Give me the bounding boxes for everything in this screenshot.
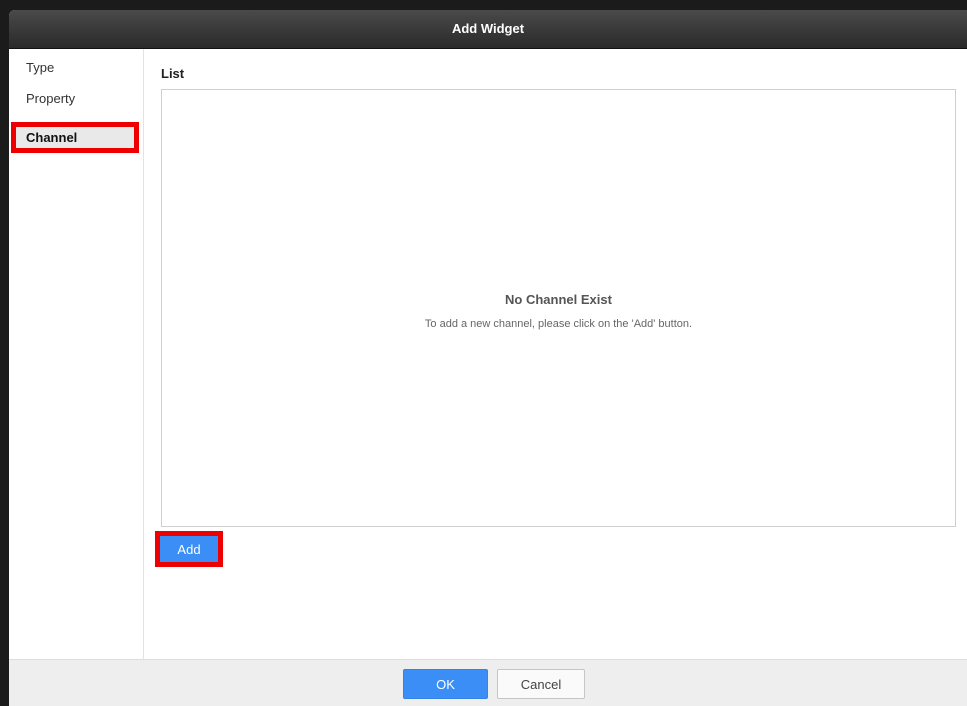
add-button-highlight: Add: [155, 531, 223, 567]
sidebar-item-channel[interactable]: Channel: [11, 122, 139, 153]
add-widget-dialog: Add Widget Type Property Channel List No…: [9, 10, 967, 706]
sidebar-item-property[interactable]: Property: [16, 88, 134, 109]
sidebar-item-type[interactable]: Type: [16, 57, 134, 78]
empty-state-description: To add a new channel, please click on th…: [424, 318, 693, 330]
channel-list: No Channel Exist To add a new channel, p…: [161, 89, 956, 527]
main-panel: List No Channel Exist To add a new chann…: [144, 49, 967, 659]
ok-button[interactable]: OK: [403, 669, 488, 699]
dialog-title: Add Widget: [9, 10, 967, 49]
add-channel-button[interactable]: Add: [160, 536, 218, 562]
sidebar: Type Property Channel: [9, 49, 144, 659]
dialog-footer: OK Cancel: [9, 659, 967, 706]
empty-state-title: No Channel Exist: [505, 292, 612, 307]
cancel-button[interactable]: Cancel: [497, 669, 585, 699]
list-label: List: [161, 66, 185, 81]
